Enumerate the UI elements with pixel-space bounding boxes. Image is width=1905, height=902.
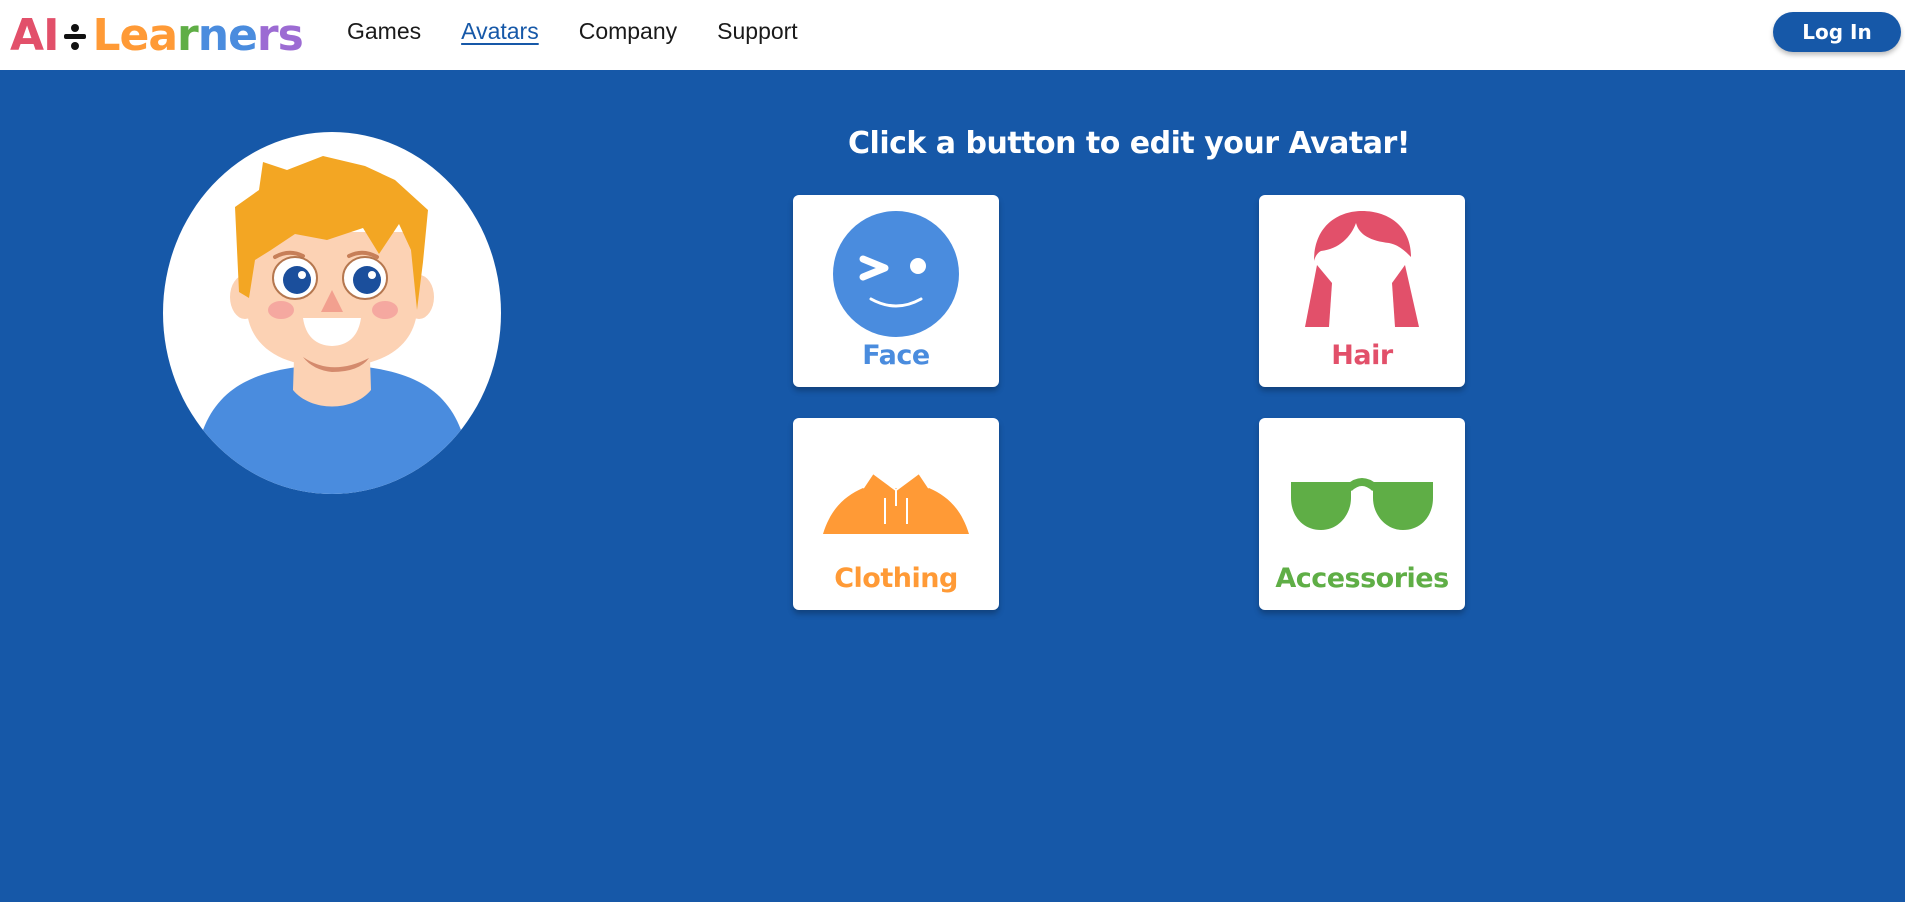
face-label: Face [862,340,930,371]
log-in-button[interactable]: Log In [1773,12,1901,52]
logo-letter-i: I [43,9,59,61]
nav-link-games[interactable]: Games [347,18,421,45]
logo-letter-a: A [10,9,44,61]
clothing-label: Clothing [834,563,958,594]
top-navigation-bar: A I L e a r n e r s Games Avatars Compan… [0,0,1905,70]
clothing-edit-button[interactable]: Clothing [793,418,999,610]
logo-letter-l: L [92,9,120,61]
accessories-label: Accessories [1275,563,1449,594]
accessories-edit-button[interactable]: Accessories [1259,418,1465,610]
nav-link-avatars[interactable]: Avatars [461,18,539,45]
nav-link-company[interactable]: Company [579,18,677,45]
main-nav: Games Avatars Company Support [347,18,798,45]
face-edit-button[interactable]: Face [793,195,999,387]
logo-letter-s: s [277,9,304,61]
logo-letter-e: e [119,9,149,61]
logo-letter-a2: a [148,9,178,61]
hair-edit-button[interactable]: Hair [1259,195,1465,387]
divide-sign-icon [62,15,88,55]
logo-letter-r: r [177,9,199,61]
boy-avatar-illustration [203,156,461,494]
logo-letter-r2: r [256,9,279,61]
page-heading: Click a button to edit your Avatar! [848,126,1410,161]
logo-letter-n: n [197,9,229,61]
ai-learners-logo[interactable]: A I L e a r n e r s [10,8,304,62]
avatar-preview [163,132,501,494]
nav-link-support[interactable]: Support [717,18,798,45]
hair-label: Hair [1331,340,1393,371]
logo-letter-e2: e [228,9,258,61]
